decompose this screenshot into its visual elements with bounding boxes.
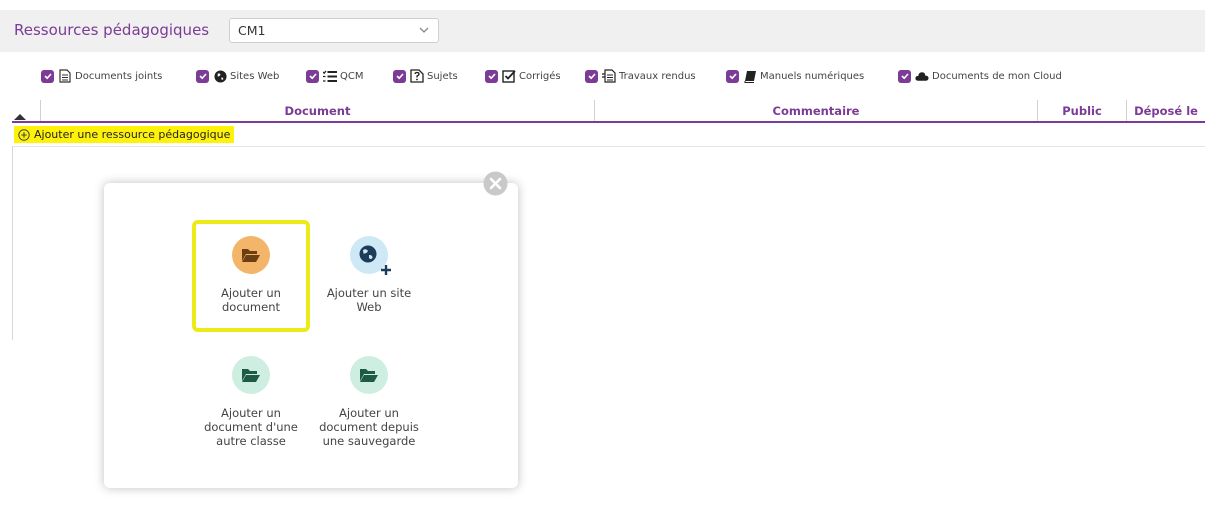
filter-label: Sujets [427, 70, 458, 82]
folder-open-icon [232, 356, 270, 394]
chevron-down-icon [419, 27, 429, 33]
globe-icon [213, 69, 227, 83]
class-select[interactable]: CM1 [229, 18, 439, 43]
filter-documents-cloud[interactable]: Documents de mon Cloud [898, 62, 1062, 90]
filter-qcm[interactable]: QCM [306, 62, 363, 90]
resource-type-filters: Documents joints Sites Web QCM Sujets Co… [0, 62, 1205, 90]
checkbox-checked-icon[interactable] [306, 69, 319, 83]
checkbox-icon [502, 69, 516, 83]
page-title: Ressources pédagogiques [14, 21, 210, 39]
filter-label: Travaux rendus [619, 70, 696, 82]
filter-travaux-rendus[interactable]: Travaux rendus [585, 62, 696, 90]
filter-sujets[interactable]: Sujets [393, 62, 458, 90]
add-resource-row: Ajouter une ressource pédagogique [12, 124, 1205, 147]
folder-open-icon [232, 236, 270, 274]
question-document-icon [410, 69, 424, 83]
filter-label: Documents joints [75, 70, 163, 82]
sort-triangle-icon[interactable] [14, 114, 26, 120]
filter-label: Documents de mon Cloud [932, 70, 1062, 82]
column-depose-le[interactable]: Déposé le [1126, 100, 1205, 121]
close-icon[interactable] [483, 171, 508, 196]
add-resource-link[interactable]: Ajouter une ressource pédagogique [14, 126, 235, 143]
filter-label: QCM [340, 70, 364, 82]
folder-open-icon [350, 356, 388, 394]
filter-documents-joints[interactable]: Documents joints [41, 62, 162, 90]
globe-plus-icon [350, 236, 391, 275]
filter-label: Corrigés [519, 70, 561, 82]
option-label: Ajouter un document d'une autre classe [204, 406, 298, 448]
checkbox-checked-icon[interactable] [485, 69, 498, 83]
filter-sites-web[interactable]: Sites Web [196, 62, 279, 90]
cloud-icon [915, 69, 929, 83]
add-document-from-backup-option[interactable]: Ajouter un document depuis une sauvegard… [310, 356, 428, 448]
add-document-option[interactable]: Ajouter un document [192, 236, 310, 314]
column-public[interactable]: Public [1037, 100, 1126, 121]
return-document-icon [602, 69, 616, 83]
checkbox-checked-icon[interactable] [196, 69, 209, 83]
checkbox-checked-icon[interactable] [898, 69, 911, 83]
option-label: Ajouter un document depuis une sauvegard… [319, 406, 419, 448]
checkbox-checked-icon[interactable] [585, 69, 598, 83]
page-header: Ressources pédagogiques CM1 [0, 10, 1205, 52]
book-icon [743, 69, 757, 83]
add-website-option[interactable]: Ajouter un site Web [310, 236, 428, 314]
column-commentaire[interactable]: Commentaire [594, 100, 1037, 121]
option-label: Ajouter un site Web [326, 286, 412, 314]
plus-circle-icon [18, 128, 30, 141]
list-icon [323, 69, 337, 83]
column-document[interactable]: Document [40, 100, 594, 121]
table-left-border [12, 146, 13, 340]
checkbox-checked-icon[interactable] [41, 69, 54, 83]
class-select-value: CM1 [238, 23, 266, 38]
filter-label: Sites Web [230, 70, 280, 82]
filter-corriges[interactable]: Corrigés [485, 62, 561, 90]
filter-manuels-numeriques[interactable]: Manuels numériques [726, 62, 864, 90]
option-label: Ajouter un document [221, 286, 281, 314]
table-header: Document Commentaire Public Déposé le [12, 100, 1205, 123]
add-document-other-class-option[interactable]: Ajouter un document d'une autre classe [192, 356, 310, 448]
filter-label: Manuels numériques [760, 70, 865, 82]
checkbox-checked-icon[interactable] [393, 69, 406, 83]
document-icon [58, 69, 72, 83]
checkbox-checked-icon[interactable] [726, 69, 739, 83]
add-resource-label: Ajouter une ressource pédagogique [34, 128, 231, 141]
